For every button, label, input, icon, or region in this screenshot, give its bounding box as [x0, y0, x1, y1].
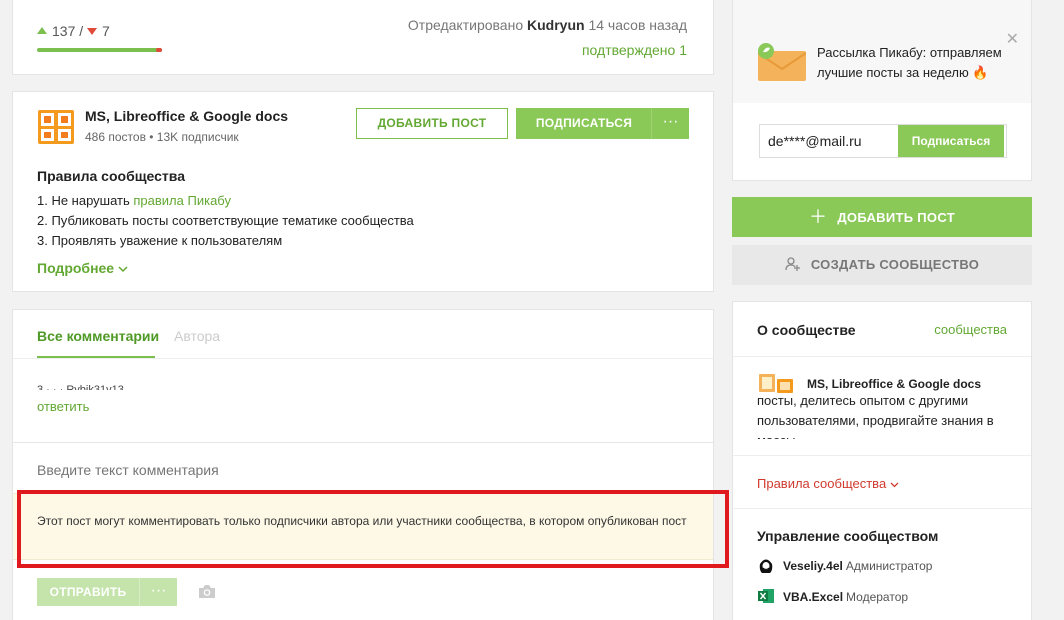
community-rules-label: Правила сообщества: [757, 476, 887, 491]
sidebar-add-post-button[interactable]: ＋ ДОБАВИТЬ ПОСТ: [732, 197, 1032, 237]
about-communities-link[interactable]: сообщества: [934, 322, 1007, 337]
tab-author-comments[interactable]: Автора: [174, 328, 220, 344]
edited-info: Отредактировано Kudryun 14 часов назад: [408, 17, 687, 33]
email-subscribe-button[interactable]: Подписаться: [898, 125, 1004, 157]
email-field[interactable]: [768, 125, 888, 157]
community-card: MS, Libreoffice & Google docs 486 постов…: [12, 91, 714, 292]
community-stats: 486 постов • 13K подписчик: [85, 130, 239, 144]
rating-separator: /: [79, 23, 84, 39]
community-rules-toggle[interactable]: Правила сообщества: [757, 476, 899, 491]
close-icon[interactable]: ✕: [1006, 29, 1019, 49]
comment-input[interactable]: [37, 462, 637, 478]
member-role: Администратор: [845, 559, 933, 573]
reply-link[interactable]: ответить: [37, 399, 89, 414]
confirmed-label: подтверждено: [581, 42, 676, 58]
send-button[interactable]: ОТПРАВИТЬ: [37, 578, 139, 606]
envelope-icon: [758, 43, 806, 81]
edited-when: 14 часов назад: [588, 17, 687, 33]
pikabu-rules-link[interactable]: правила Пикабу: [133, 193, 231, 208]
users-add-icon: [785, 257, 800, 271]
office-logo-icon: [38, 110, 74, 144]
rating: 137 / 7: [37, 23, 110, 39]
chevron-down-icon: [890, 482, 899, 488]
divider: [733, 508, 1031, 509]
rating-bar-negative: [156, 48, 162, 52]
about-community-card: О сообществе сообщества MS, Libreoffice …: [732, 301, 1032, 620]
excel-avatar: [758, 589, 774, 603]
rule-1: 1. Не нарушать правила Пикабу: [37, 193, 231, 208]
rating-up-icon[interactable]: [37, 27, 47, 34]
chevron-down-icon: [118, 266, 128, 273]
comment-divider: [13, 442, 713, 443]
about-description: посты, делитесь опытом с другими пользов…: [757, 393, 994, 439]
subscribe-button[interactable]: ПОДПИСАТЬСЯ: [516, 108, 652, 139]
member-moderator[interactable]: VBA.Excel Модератор: [757, 587, 908, 605]
more-link[interactable]: Подробнее: [37, 260, 128, 276]
send-more-button[interactable]: ···: [139, 578, 177, 606]
email-form: Подписаться: [759, 124, 1007, 158]
rating-bar-positive: [37, 48, 162, 52]
post-footer: 137 / 7 Отредактировано Kudryun 14 часов…: [12, 0, 714, 75]
highlight-box: [17, 490, 729, 568]
member-role: Модератор: [846, 590, 909, 604]
confirmed-info[interactable]: подтверждено 1: [582, 42, 687, 58]
management-title: Управление сообществом: [757, 528, 939, 544]
newsletter-card: Рассылка Пикабу: отправляем лучшие посты…: [732, 0, 1032, 181]
comments-card: Все комментарии Автора 3 · · · Rybik31v1…: [12, 309, 714, 620]
about-community-name[interactable]: MS, Libreoffice & Google docs: [807, 377, 981, 391]
sidebar-add-post-label: ДОБАВИТЬ ПОСТ: [837, 210, 955, 225]
plus-icon: ＋: [809, 207, 828, 227]
member-name[interactable]: VBA.Excel: [783, 590, 843, 604]
more-link-label: Подробнее: [37, 260, 115, 276]
tabs-divider: [13, 358, 713, 359]
newsletter-text: Рассылка Пикабу: отправляем лучшие посты…: [817, 45, 1002, 80]
camera-icon[interactable]: [198, 584, 216, 599]
comment-header-partial: 3 · · · Rybik31v13: [37, 384, 124, 390]
rule-3: 3. Проявлять уважение к пользователям: [37, 233, 283, 248]
rules-title: Правила сообщества: [37, 168, 185, 184]
divider: [733, 356, 1031, 357]
edited-by-user[interactable]: Kudryun: [527, 17, 585, 33]
rule-1-text: 1. Не нарушать: [37, 193, 134, 208]
create-community-label: СОЗДАТЬ СООБЩЕСТВО: [810, 257, 980, 272]
edited-prefix: Отредактировано: [407, 17, 524, 33]
add-post-button[interactable]: ДОБАВИТЬ ПОСТ: [356, 108, 508, 139]
rating-up-count: 137: [52, 23, 76, 39]
create-community-button[interactable]: СОЗДАТЬ СООБЩЕСТВО: [732, 245, 1032, 285]
member-name[interactable]: Veseliy.4el: [783, 559, 843, 573]
member-admin[interactable]: Veseliy.4el Администратор: [757, 556, 932, 574]
more-options-button[interactable]: ···: [651, 108, 689, 139]
divider: [733, 455, 1031, 456]
community-name[interactable]: MS, Libreoffice & Google docs: [85, 108, 288, 124]
tab-all-comments[interactable]: Все комментарии: [37, 328, 159, 344]
rating-down-icon[interactable]: [87, 28, 98, 35]
confirmed-count: 1: [679, 42, 687, 58]
about-title: О сообществе: [757, 322, 856, 338]
avatar: [757, 556, 775, 574]
rating-down-count: 7: [102, 23, 110, 39]
rule-2: 2. Публиковать посты соответствующие тем…: [37, 213, 414, 228]
